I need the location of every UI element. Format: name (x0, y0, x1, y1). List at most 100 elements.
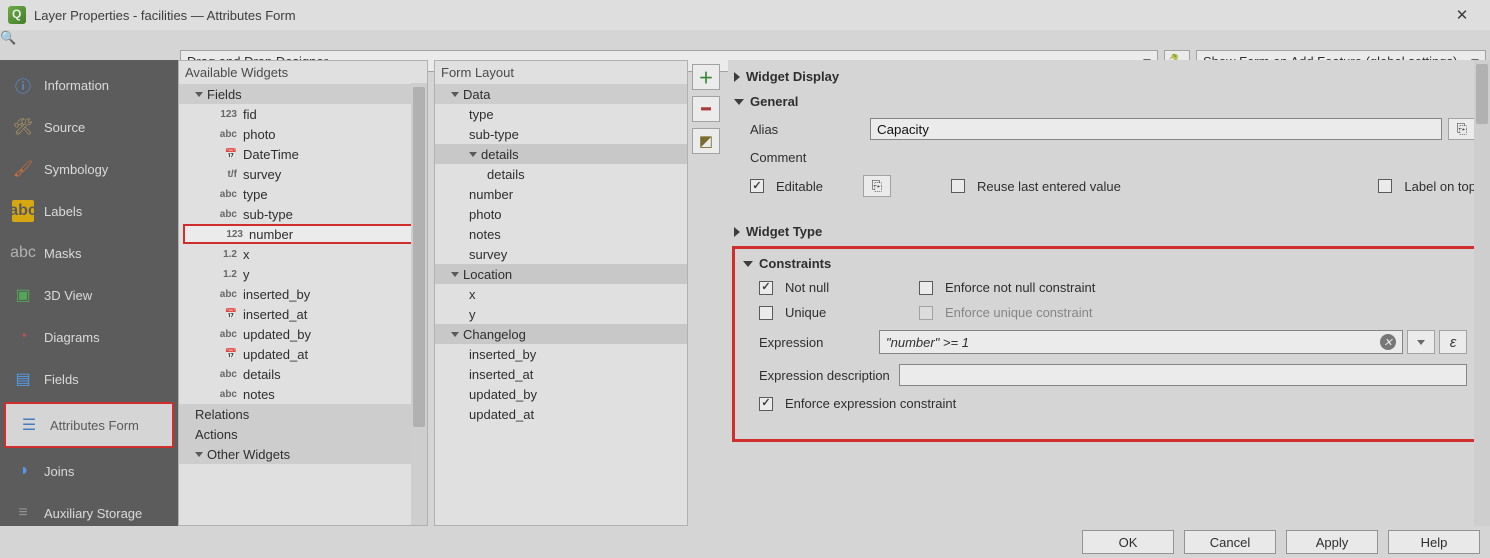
expression-builder-button[interactable]: ε (1439, 330, 1467, 354)
field-item[interactable]: t/fsurvey (179, 164, 427, 184)
remove-button[interactable]: ━ (692, 96, 720, 122)
field-item[interactable]: abcupdated_by (179, 324, 427, 344)
field-item[interactable]: abcinserted_by (179, 284, 427, 304)
field-name: updated_at (469, 407, 534, 422)
layout-item[interactable]: x (435, 284, 687, 304)
sidebar-item-labels[interactable]: abcLabels (0, 190, 178, 232)
help-button[interactable]: Help (1388, 530, 1480, 554)
chart-icon: ◔ (12, 326, 34, 348)
section-constraints[interactable]: Constraints (741, 253, 1473, 274)
field-item[interactable]: 📅DateTime (179, 144, 427, 164)
section-general[interactable]: General (732, 91, 1482, 112)
add-button[interactable]: ＋ (692, 64, 720, 90)
field-item-number[interactable]: 123number (183, 224, 423, 244)
layout-item[interactable]: updated_at (435, 404, 687, 424)
sidebar-item-symbology[interactable]: 🖌Symbology (0, 148, 178, 190)
tree-group[interactable]: Other Widgets (179, 444, 427, 464)
sidebar-item-joins[interactable]: ◑Joins (0, 450, 178, 492)
chevron-down-icon (1417, 340, 1425, 345)
available-widgets-tree[interactable]: Fields 123fid abcphoto 📅DateTime t/fsurv… (179, 84, 427, 525)
section-widget-type[interactable]: Widget Type (732, 221, 1482, 242)
layout-item[interactable]: type (435, 104, 687, 124)
field-item[interactable]: 1.2y (179, 264, 427, 284)
tree-group-label: Changelog (463, 327, 526, 342)
enforce-expr-checkbox[interactable] (759, 397, 773, 411)
editable-override-button[interactable]: ⎘ (863, 175, 891, 197)
field-item[interactable]: abcsub-type (179, 204, 427, 224)
enforce-not-null-checkbox[interactable] (919, 281, 933, 295)
layout-item[interactable]: sub-type (435, 124, 687, 144)
unique-checkbox[interactable] (759, 306, 773, 320)
alias-input[interactable] (870, 118, 1442, 140)
section-title: Constraints (759, 256, 831, 271)
collapse-icon[interactable] (469, 152, 477, 157)
sidebar-item-3d-view[interactable]: ▣3D View (0, 274, 178, 316)
editable-checkbox[interactable] (750, 179, 764, 193)
layout-item[interactable]: survey (435, 244, 687, 264)
collapse-icon[interactable] (451, 272, 459, 277)
field-name: type (243, 187, 268, 202)
scrollbar[interactable] (411, 83, 427, 525)
available-widgets-header: Available Widgets (179, 61, 427, 84)
field-item[interactable]: 1.2x (179, 244, 427, 264)
layout-item[interactable]: inserted_at (435, 364, 687, 384)
expression-dropdown-button[interactable] (1407, 330, 1435, 354)
sidebar-item-information[interactable]: ⓘInformation (0, 64, 178, 106)
field-item[interactable]: abcnotes (179, 384, 427, 404)
field-item[interactable]: 📅updated_at (179, 344, 427, 364)
layout-item[interactable]: details (435, 164, 687, 184)
expr-desc-input[interactable] (899, 364, 1467, 386)
field-item[interactable]: 📅inserted_at (179, 304, 427, 324)
plus-icon: ＋ (698, 67, 713, 88)
alias-override-button[interactable]: ⎘ (1448, 118, 1476, 140)
tree-group[interactable]: Relations (179, 404, 427, 424)
sidebar: ⓘInformation 🛠Source 🖌Symbology abcLabel… (0, 60, 178, 526)
close-icon[interactable]: ✕ (1442, 6, 1482, 24)
sidebar-item-diagrams[interactable]: ◔Diagrams (0, 316, 178, 358)
expression-input[interactable]: "number" >= 1 ✕ (879, 330, 1403, 354)
reuse-checkbox[interactable] (951, 179, 965, 193)
form-layout-tree[interactable]: Data type sub-type details details numbe… (435, 84, 687, 525)
clear-icon[interactable]: ✕ (1380, 334, 1396, 350)
sidebar-item-attributes-form[interactable]: ☰Attributes Form (4, 402, 174, 448)
sidebar-search-input[interactable]: 🔍 (0, 30, 1490, 46)
collapse-icon[interactable] (195, 452, 203, 457)
not-null-checkbox[interactable] (759, 281, 773, 295)
fields-icon: ▤ (12, 368, 34, 390)
collapse-icon[interactable] (451, 332, 459, 337)
field-item[interactable]: abcdetails (179, 364, 427, 384)
apply-button[interactable]: Apply (1286, 530, 1378, 554)
expression-label: Expression (759, 335, 879, 350)
right-scrollbar[interactable] (1474, 60, 1490, 526)
field-name: number (249, 227, 293, 242)
tree-group[interactable]: Actions (179, 424, 427, 444)
add-tab-button[interactable]: ◩ (692, 128, 720, 154)
layout-item[interactable]: y (435, 304, 687, 324)
layout-item[interactable]: photo (435, 204, 687, 224)
cancel-button[interactable]: Cancel (1184, 530, 1276, 554)
label-on-top-label: Label on top (1404, 179, 1476, 194)
section-widget-display[interactable]: Widget Display (732, 66, 1482, 87)
layout-item[interactable]: number (435, 184, 687, 204)
layout-item[interactable]: notes (435, 224, 687, 244)
field-item[interactable]: abctype (179, 184, 427, 204)
collapse-icon[interactable] (451, 92, 459, 97)
sidebar-item-source[interactable]: 🛠Source (0, 106, 178, 148)
field-name: photo (243, 127, 276, 142)
field-item[interactable]: 123fid (179, 104, 427, 124)
layout-item[interactable]: inserted_by (435, 344, 687, 364)
field-name: y (243, 267, 250, 282)
field-item[interactable]: abcphoto (179, 124, 427, 144)
join-icon: ◑ (12, 460, 34, 482)
tree-group-label: Relations (195, 407, 249, 422)
layout-item[interactable]: updated_by (435, 384, 687, 404)
sidebar-item-masks[interactable]: abcMasks (0, 232, 178, 274)
ok-button[interactable]: OK (1082, 530, 1174, 554)
form-icon: ☰ (18, 414, 40, 436)
tree-group-label: Actions (195, 427, 238, 442)
tree-group-label: Location (463, 267, 512, 282)
collapse-icon[interactable] (195, 92, 203, 97)
override-icon: ⎘ (872, 178, 882, 194)
sidebar-item-fields[interactable]: ▤Fields (0, 358, 178, 400)
label-on-top-checkbox[interactable] (1378, 179, 1392, 193)
